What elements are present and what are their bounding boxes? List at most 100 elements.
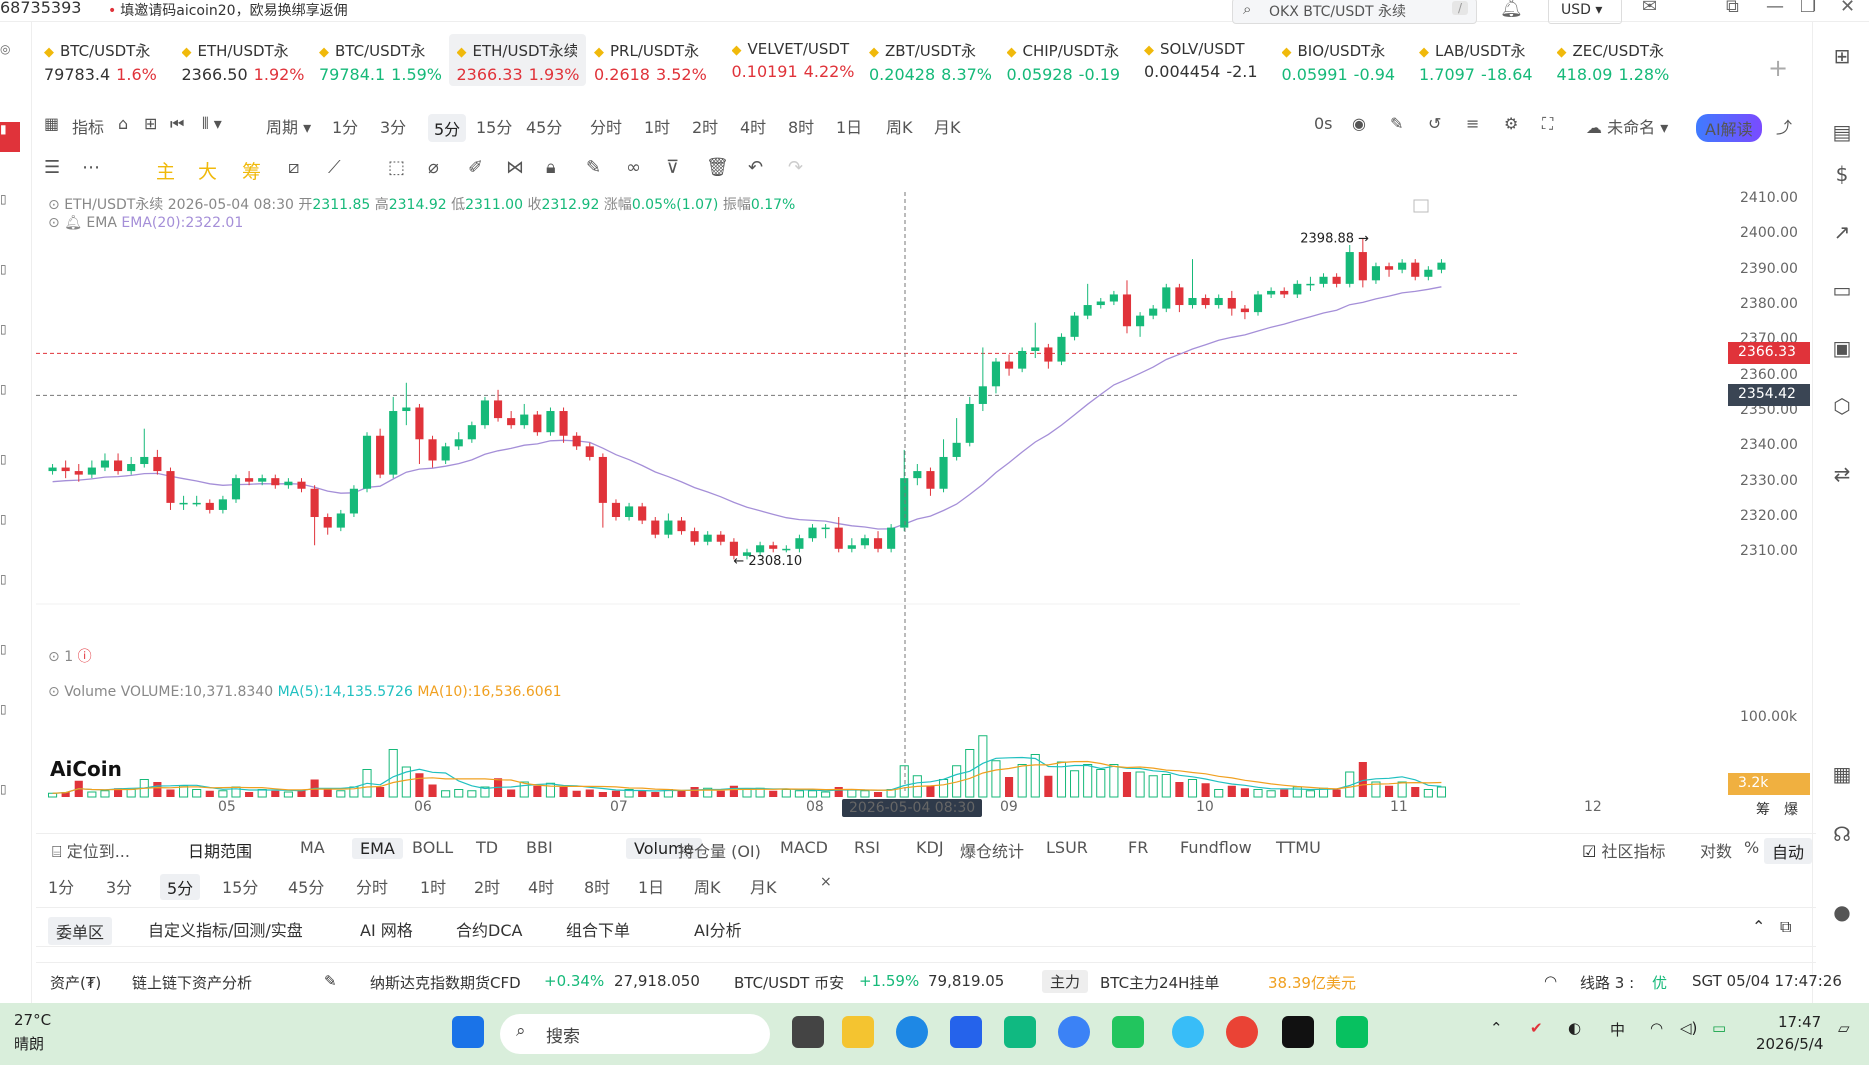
timeframe-option-2[interactable]: 1时 xyxy=(420,874,446,898)
trash-icon[interactable]: 🗑︎ xyxy=(706,157,729,178)
rail-item-8[interactable]: ▯ xyxy=(0,572,14,586)
folder-icon[interactable] xyxy=(842,1016,874,1048)
assets-label[interactable]: 资产(₮) xyxy=(50,972,101,993)
ticker-card[interactable]: ◆ CHIP/USDT永 0.05928 -0.19 xyxy=(999,34,1136,86)
tray-chevron-icon[interactable]: ⌃ xyxy=(1490,1019,1503,1037)
timeframe-option[interactable]: 3分 xyxy=(380,114,406,138)
taskbar-search[interactable]: ⌕ 搜索 xyxy=(500,1014,770,1054)
timeframe-option[interactable]: 4时 xyxy=(740,114,766,138)
ticker-card[interactable]: ◆ LAB/USDT永 1.7097 -18.64 xyxy=(1411,34,1548,86)
ticker-card[interactable]: ◆ ZBT/USDT永 0.20428 8.37% xyxy=(861,34,998,86)
restore-icon[interactable]: ❐ xyxy=(1800,0,1816,17)
app-icon-1[interactable] xyxy=(1004,1016,1036,1048)
auto-scale-button[interactable]: 自动 xyxy=(1764,838,1813,864)
sub-indicator-option[interactable]: RSI xyxy=(854,838,880,857)
rail-item-1[interactable]: ◎ xyxy=(0,42,14,56)
app-icon-2[interactable] xyxy=(1058,1016,1090,1048)
support-icon[interactable]: ☊ xyxy=(1827,822,1857,852)
timeframe-option-2[interactable]: 8时 xyxy=(584,874,610,898)
pencil-icon[interactable]: ✎ xyxy=(1390,114,1403,133)
ticker-card[interactable]: ◆ VELVET/USDT 0.10191 4.22% xyxy=(724,34,861,86)
timeframe-option-2[interactable]: 45分 xyxy=(288,874,324,898)
monitor-icon[interactable]: ▭ xyxy=(1827,278,1857,308)
battery-icon[interactable]: ▭ xyxy=(1712,1019,1726,1037)
minimize-icon[interactable]: — xyxy=(1766,0,1784,17)
split-icon[interactable]: ⊞ xyxy=(144,114,157,133)
main-label[interactable]: 主 xyxy=(156,157,175,184)
indicators-button[interactable]: 指标 xyxy=(72,114,104,138)
lock-icon[interactable]: 🔒︎ xyxy=(546,157,556,178)
sub-indicator-option[interactable]: FR xyxy=(1128,838,1148,857)
main-indicator-option[interactable]: EMA xyxy=(352,838,403,859)
taskbar-time[interactable]: 17:47 xyxy=(1778,1013,1821,1031)
draw-icon-1[interactable]: ⧄ xyxy=(288,157,299,178)
ticker-card[interactable]: ◆ PRL/USDT永 0.2618 3.52% xyxy=(586,34,723,86)
asset-analysis-link[interactable]: 链上链下资产分析 xyxy=(132,972,252,993)
pattern-icon[interactable]: ⋈ xyxy=(506,157,524,178)
timeframe-option-2[interactable]: 5分 xyxy=(160,874,201,900)
notification-icon[interactable]: ▱ xyxy=(1838,1019,1850,1037)
tools-icon[interactable]: ☰ xyxy=(44,157,60,178)
timeframe-option[interactable]: 8时 xyxy=(788,114,814,138)
etf-icon[interactable]: ▣ xyxy=(1827,336,1857,366)
grid-icon[interactable]: ⊞ xyxy=(1827,44,1857,74)
share-icon[interactable]: ⤴ xyxy=(1776,114,1792,138)
ticker-card[interactable]: ◆ BIO/USDT永 0.05991 -0.94 xyxy=(1274,34,1411,86)
chrome-icon[interactable] xyxy=(1226,1016,1258,1048)
filter-icon[interactable]: ⊽ xyxy=(666,157,679,178)
timeframe-option[interactable]: 1分 xyxy=(332,114,358,138)
community-indicators-button[interactable]: ☑ 社区指标 xyxy=(1582,838,1665,862)
timeframe-option-2[interactable]: 分时 xyxy=(356,874,388,898)
timeframe-option[interactable]: 分时 xyxy=(590,114,622,138)
network-icon[interactable]: ◠ xyxy=(1650,1019,1663,1037)
store-icon[interactable] xyxy=(950,1016,982,1048)
ruler-icon[interactable]: ⌀ xyxy=(428,157,439,178)
link-icon[interactable]: ∞ xyxy=(626,157,641,178)
ticker-card[interactable]: ◆ ZEC/USDT永 418.09 1.28% xyxy=(1549,34,1686,86)
layout-select[interactable]: ☁ 未命名 ▾ xyxy=(1586,114,1668,138)
hexagon-icon[interactable]: ⬡ xyxy=(1827,394,1857,424)
rail-item-5[interactable]: ▯ xyxy=(0,382,14,396)
locate-button[interactable]: ⌸ 定位到... xyxy=(52,838,130,862)
main-indicator-option[interactable]: TD xyxy=(476,838,498,857)
bottom-tab[interactable]: 自定义指标/回测/实盘 xyxy=(148,917,303,941)
rail-item-10[interactable]: ▯ xyxy=(0,702,14,716)
chip-label[interactable]: 筹 xyxy=(242,157,261,184)
ticker-card[interactable]: ◆ SOLV/USDT 0.004454 -2.1 xyxy=(1136,34,1273,86)
period-select[interactable]: 周期 ▾ xyxy=(266,114,311,138)
timeframe-option[interactable]: 45分 xyxy=(526,114,562,138)
main-indicator-option[interactable]: BOLL xyxy=(412,838,453,857)
app-icon-4[interactable] xyxy=(1172,1016,1204,1048)
rail-item-7[interactable]: ▯ xyxy=(0,512,14,526)
undo-icon[interactable]: ↺ xyxy=(1428,114,1441,133)
aicoin-app-icon[interactable] xyxy=(1282,1016,1314,1048)
add-ticker-button[interactable]: + xyxy=(1768,54,1788,82)
timeframe-option[interactable]: 月K xyxy=(934,114,961,138)
camera-icon[interactable]: ◉ xyxy=(1352,114,1366,133)
timeframe-option[interactable]: 1时 xyxy=(644,114,670,138)
ticker-card[interactable]: ◆ BTC/USDT永 79783.4 1.6% xyxy=(36,34,173,86)
ticker-card[interactable]: ◆ BTC/USDT永 79784.1 1.59% xyxy=(311,34,448,86)
timeframe-option-2[interactable]: 1日 xyxy=(638,874,664,898)
sub-indicator-option[interactable]: 爆仓统计 xyxy=(960,838,1024,862)
timeframe-option[interactable]: 2时 xyxy=(692,114,718,138)
chip-corner-label[interactable]: 筹 xyxy=(1756,799,1770,819)
volume-icon[interactable]: ◁) xyxy=(1680,1019,1697,1037)
draw-icon-3[interactable]: ⬚ xyxy=(388,157,405,178)
template-icon[interactable]: ⌂ xyxy=(118,114,128,133)
robot-icon[interactable]: ● xyxy=(1827,900,1857,930)
sub-indicator-option[interactable]: Fundflow xyxy=(1180,838,1252,857)
timeframe-option-2[interactable]: 月K xyxy=(750,874,777,898)
liq-corner-label[interactable]: 爆 xyxy=(1784,799,1798,819)
rail-item-6[interactable]: ▯ xyxy=(0,452,14,466)
layout-icon[interactable]: ▦ xyxy=(1827,762,1857,792)
close-timeframes-icon[interactable]: × xyxy=(820,874,832,890)
collapse-icon[interactable]: ⌃ xyxy=(1752,917,1765,936)
route-label[interactable]: 线路 3 : xyxy=(1580,972,1634,993)
alert-expand-icon[interactable]: ⊙ xyxy=(48,649,60,665)
chart-icon[interactable]: ↗ xyxy=(1827,220,1857,250)
edit-icon[interactable]: ✎ xyxy=(586,157,601,178)
redo-draw-icon[interactable]: ↷ xyxy=(788,157,803,178)
currency-select[interactable]: USD ▾ xyxy=(1548,0,1622,24)
rail-item-active[interactable]: ▮ xyxy=(0,122,20,152)
